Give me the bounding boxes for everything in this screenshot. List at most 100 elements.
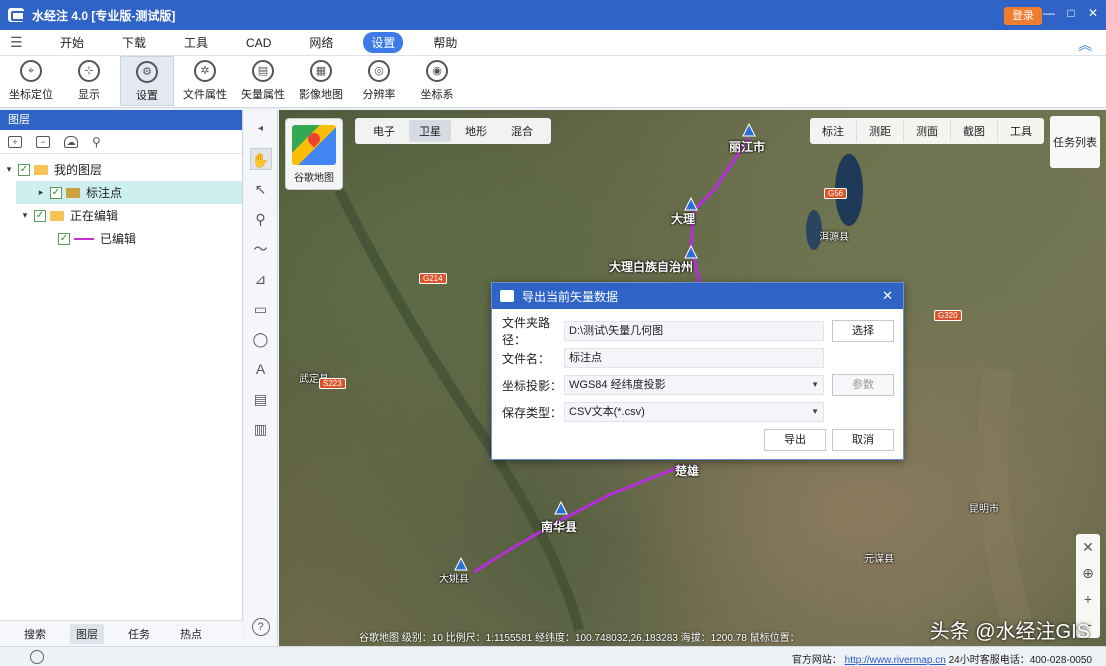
route-line bbox=[473, 463, 685, 574]
save-icon[interactable]: ▤ bbox=[250, 388, 272, 410]
field-label: 文件名： bbox=[502, 351, 551, 366]
field-file-name: 文件名： 标注点 bbox=[502, 348, 824, 368]
map-tool-annotate[interactable]: 标注 bbox=[810, 120, 857, 142]
tool-coord-system[interactable]: ◉ 坐标系 bbox=[410, 56, 464, 106]
dialog-close-icon[interactable]: ✕ bbox=[882, 288, 893, 304]
parameters-button[interactable]: 参数 bbox=[832, 374, 894, 396]
site-label: 官方网站： bbox=[791, 655, 842, 666]
marker-icon bbox=[554, 500, 568, 515]
maximize-icon[interactable]: □ bbox=[1064, 6, 1078, 20]
draw-rectangle-icon[interactable]: ▭ bbox=[250, 298, 272, 320]
draw-polygon-icon[interactable]: ⊿ bbox=[250, 268, 272, 290]
map-tool-tools[interactable]: 工具 bbox=[998, 120, 1044, 142]
tool-locate[interactable]: ⌖ 坐标定位 bbox=[4, 56, 58, 106]
tool-file-props[interactable]: ✲ 文件属性 bbox=[178, 56, 232, 106]
road-shield: G320 bbox=[934, 310, 962, 321]
layer-checkbox[interactable]: ✓ bbox=[34, 209, 46, 222]
resolution-icon: ◎ bbox=[368, 60, 390, 82]
expand-arrow-icon[interactable]: ▸ bbox=[36, 187, 46, 198]
layer-checkbox[interactable]: ✓ bbox=[58, 232, 70, 245]
map-place-label: 楚雄 bbox=[675, 464, 700, 478]
menu-cad[interactable]: CAD bbox=[238, 34, 279, 52]
tab-search[interactable]: 搜索 bbox=[18, 624, 52, 644]
tool-resolution[interactable]: ◎ 分辨率 bbox=[352, 56, 406, 106]
menu-tools[interactable]: 工具 bbox=[176, 32, 216, 53]
image-map-icon: ▦ bbox=[310, 60, 332, 82]
expand-arrow-icon[interactable]: ▾ bbox=[4, 164, 14, 175]
task-list-button[interactable]: 任务列表 bbox=[1050, 116, 1100, 168]
draw-marker-icon[interactable]: ⚲ bbox=[250, 208, 272, 230]
marker-icon bbox=[684, 196, 698, 211]
tree-item-label: 已编辑 bbox=[100, 232, 137, 246]
draw-circle-icon[interactable]: ◯ bbox=[250, 328, 272, 350]
folder-icon bbox=[34, 164, 48, 175]
draw-text-icon[interactable]: A bbox=[250, 358, 272, 380]
menu-network[interactable]: 网络 bbox=[301, 32, 341, 53]
menu-help[interactable]: 帮助 bbox=[425, 32, 465, 53]
file-props-icon: ✲ bbox=[194, 60, 216, 82]
projection-select[interactable]: WGS84 经纬度投影 ▼ bbox=[564, 375, 824, 395]
dropdown-arrow-icon: ▼ bbox=[811, 380, 819, 389]
tree-item-label: 我的图层 bbox=[54, 163, 103, 177]
layer-checkbox[interactable]: ✓ bbox=[50, 186, 62, 199]
tree-item-markers[interactable]: ▸ ✓ 标注点 bbox=[16, 181, 242, 204]
tool-image-map[interactable]: ▦ 影像地图 bbox=[294, 56, 348, 106]
status-text: 官方网站： http://www.rivermap.cn 24小时客服电话：40… bbox=[792, 651, 1092, 666]
map-tool-measure-distance[interactable]: 测距 bbox=[857, 120, 904, 142]
cloud-icon[interactable]: ☁ bbox=[64, 135, 78, 148]
pan-hand-icon[interactable]: ✋ bbox=[249, 148, 272, 170]
login-button[interactable]: 登录 bbox=[1004, 7, 1042, 25]
map-type-satellite[interactable]: 卫星 bbox=[409, 120, 451, 142]
collapse-ribbon-icon[interactable]: ︽ bbox=[1078, 35, 1092, 55]
coord-system-icon: ◉ bbox=[426, 60, 448, 82]
fullscreen-icon[interactable]: ✕ bbox=[1076, 534, 1100, 560]
close-icon[interactable]: ✕ bbox=[1086, 6, 1100, 20]
tool-vector-props[interactable]: ▤ 矢量属性 bbox=[236, 56, 290, 106]
collapse-panel-icon[interactable]: ◂ bbox=[250, 118, 272, 140]
save-type-select[interactable]: CSV文本(*.csv) ▼ bbox=[564, 402, 824, 422]
help-icon[interactable]: ? bbox=[251, 618, 270, 636]
folder-path-input[interactable]: D:\测试\矢量几何图 bbox=[564, 321, 824, 341]
site-link[interactable]: http://www.rivermap.cn bbox=[845, 655, 946, 666]
tree-item-editing[interactable]: ▾ ✓ 正在编辑 bbox=[0, 204, 242, 227]
tree-item-label: 正在编辑 bbox=[70, 209, 119, 223]
menu-start[interactable]: 开始 bbox=[52, 32, 92, 53]
print-icon[interactable]: ▥ bbox=[250, 418, 272, 440]
map-tool-screenshot[interactable]: 截图 bbox=[951, 120, 998, 142]
tree-item-my-layers[interactable]: ▾ ✓ 我的图层 bbox=[0, 158, 242, 181]
locate-center-icon[interactable]: ⊕ bbox=[1076, 560, 1100, 586]
file-name-input[interactable]: 标注点 bbox=[564, 348, 824, 368]
field-label: 坐标投影： bbox=[502, 378, 563, 393]
settings-icon: ⚙ bbox=[136, 61, 158, 83]
menu-settings[interactable]: 设置 bbox=[363, 32, 404, 53]
tool-settings[interactable]: ⚙ 设置 bbox=[120, 56, 174, 106]
minimize-icon[interactable]: — bbox=[1042, 6, 1056, 20]
cancel-button[interactable]: 取消 bbox=[832, 429, 894, 451]
tool-label: 坐标系 bbox=[420, 89, 454, 101]
search-icon[interactable]: ⚲ bbox=[92, 135, 101, 149]
tool-display[interactable]: ⊹ 显示 bbox=[62, 56, 116, 106]
tab-tasks[interactable]: 任务 bbox=[122, 624, 156, 644]
tab-hotspots[interactable]: 热点 bbox=[174, 624, 208, 644]
menu-download[interactable]: 下载 bbox=[114, 32, 154, 53]
map-type-hybrid[interactable]: 混合 bbox=[501, 120, 543, 142]
map-tool-measure-area[interactable]: 测面 bbox=[904, 120, 951, 142]
map-type-electronic[interactable]: 电子 bbox=[363, 120, 405, 142]
draw-line-icon[interactable]: 〜 bbox=[250, 238, 272, 260]
hamburger-menu-icon[interactable]: ☰ bbox=[10, 34, 30, 51]
map-type-terrain[interactable]: 地形 bbox=[455, 120, 497, 142]
folder-icon bbox=[50, 210, 64, 221]
browse-button[interactable]: 选择 bbox=[832, 320, 894, 342]
map-place-label: 大理 bbox=[671, 212, 696, 226]
layer-checkbox[interactable]: ✓ bbox=[18, 163, 30, 176]
add-layer-icon[interactable]: + bbox=[8, 135, 22, 148]
tab-layers[interactable]: 图层 bbox=[70, 623, 104, 644]
expand-arrow-icon[interactable]: ▾ bbox=[20, 210, 30, 221]
app-title: 水经注 4.0 [专业版-测试版] bbox=[32, 8, 176, 23]
zoom-in-icon[interactable]: + bbox=[1076, 586, 1100, 612]
add-folder-icon[interactable]: − bbox=[36, 135, 50, 148]
map-source-selector[interactable]: 谷歌地图 bbox=[285, 118, 343, 190]
tree-item-edited-line[interactable]: ✓ 已编辑 bbox=[0, 227, 242, 250]
select-arrow-icon[interactable]: ↖ bbox=[250, 178, 272, 200]
export-button[interactable]: 导出 bbox=[764, 429, 826, 451]
